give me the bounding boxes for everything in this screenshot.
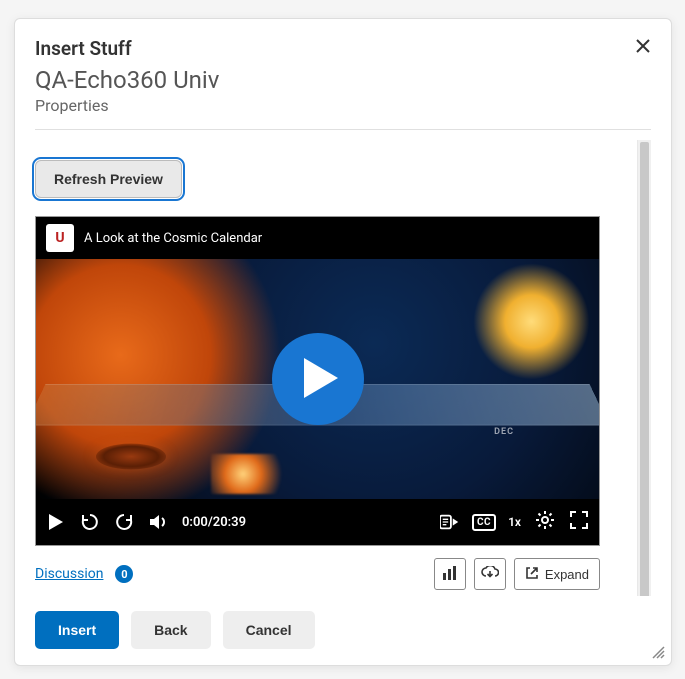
settings-button[interactable] — [535, 512, 555, 532]
speed-button[interactable]: 1x — [508, 515, 521, 529]
insert-button[interactable]: Insert — [35, 611, 119, 649]
dialog-title: Insert Stuff — [35, 37, 651, 60]
institution-badge: U — [46, 224, 74, 252]
download-button[interactable] — [474, 558, 506, 590]
cloud-download-icon — [481, 566, 499, 583]
volume-button[interactable] — [148, 512, 168, 532]
time-total: 20:39 — [213, 515, 246, 530]
source-name: QA-Echo360 Univ — [35, 66, 651, 94]
planet-graphic — [96, 444, 166, 470]
play-control[interactable] — [46, 512, 66, 532]
expand-label: Expand — [545, 567, 589, 582]
refresh-preview-button[interactable]: Refresh Preview — [35, 160, 182, 198]
nebula-graphic — [211, 454, 291, 494]
close-icon — [636, 36, 650, 58]
divider — [35, 129, 651, 130]
play-icon — [298, 358, 338, 401]
transcript-button[interactable] — [440, 512, 460, 532]
section-label: Properties — [35, 96, 651, 115]
captions-button[interactable]: CC — [474, 512, 494, 532]
scrollbar-thumb[interactable] — [640, 142, 649, 596]
time-display: 0:00/20:39 — [182, 515, 246, 530]
insert-stuff-dialog: Insert Stuff QA-Echo360 Univ Properties … — [14, 18, 672, 666]
resize-grip[interactable] — [649, 643, 665, 659]
video-player: U A Look at the Cosmic Calendar DEC — [35, 216, 600, 546]
rewind-button[interactable] — [80, 512, 100, 532]
discussion-link[interactable]: Discussion — [35, 566, 103, 582]
analytics-button[interactable] — [434, 558, 466, 590]
expand-button[interactable]: Expand — [514, 558, 600, 590]
player-header: U A Look at the Cosmic Calendar — [36, 217, 599, 259]
player-controls: 0:00/20:39 CC 1x — [36, 499, 599, 545]
content-scroll: Refresh Preview U A Look at the Cosmic C… — [15, 140, 671, 596]
time-current: 0:00 — [182, 515, 208, 530]
cancel-button[interactable]: Cancel — [223, 611, 315, 649]
scrollbar[interactable] — [637, 140, 651, 596]
below-player-row: Discussion 0 Expand — [35, 558, 600, 590]
fullscreen-icon — [570, 511, 588, 533]
video-title: A Look at the Cosmic Calendar — [84, 231, 262, 246]
dialog-header: Insert Stuff QA-Echo360 Univ Properties — [15, 19, 671, 140]
external-link-icon — [525, 566, 539, 583]
dialog-footer: Insert Back Cancel — [15, 596, 671, 665]
fullscreen-button[interactable] — [569, 512, 589, 532]
play-button[interactable] — [272, 333, 364, 425]
month-label: DEC — [494, 427, 514, 437]
close-button[interactable] — [631, 35, 655, 59]
gear-icon — [535, 510, 555, 534]
discussion-count-badge: 0 — [115, 565, 133, 583]
video-thumbnail: DEC — [36, 259, 599, 499]
forward-button[interactable] — [114, 512, 134, 532]
back-button[interactable]: Back — [131, 611, 210, 649]
bar-chart-icon — [442, 565, 458, 584]
